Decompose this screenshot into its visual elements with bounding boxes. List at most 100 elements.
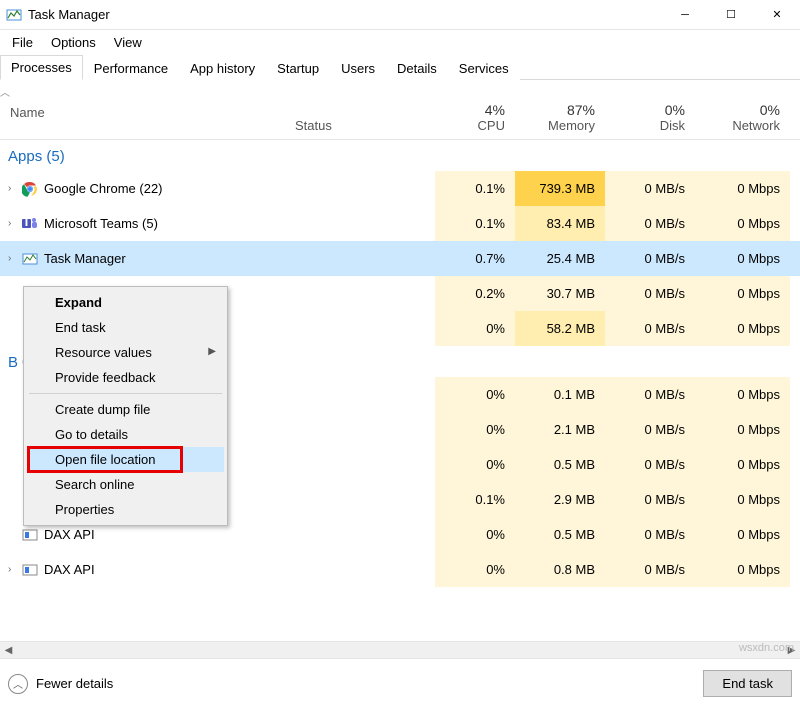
header-memory[interactable]: 87% Memory	[515, 96, 605, 139]
expand-icon[interactable]: ›	[8, 183, 16, 194]
disk-cell: 0 MB/s	[605, 482, 695, 517]
minimize-button[interactable]: ─	[662, 0, 708, 30]
disk-cell: 0 MB/s	[605, 447, 695, 482]
context-menu-end-task[interactable]: End task	[27, 315, 224, 340]
network-cell: 0 Mbps	[695, 311, 790, 346]
process-name-cell: › DAX API	[0, 562, 285, 578]
context-menu-expand[interactable]: Expand	[27, 290, 224, 315]
sort-indicator-icon: ︿	[0, 80, 10, 99]
memory-cell: 83.4 MB	[515, 206, 605, 241]
disk-cell: 0 MB/s	[605, 311, 695, 346]
dax-icon	[22, 562, 38, 578]
titlebar: Task Manager ─ ☐ ✕	[0, 0, 800, 30]
header-name[interactable]: Name	[0, 99, 285, 126]
svg-text:T: T	[23, 216, 31, 229]
process-name: DAX API	[44, 527, 95, 542]
table-row[interactable]: › DAX API 0%0.8 MB0 MB/s0 Mbps	[0, 552, 800, 587]
network-cell: 0 Mbps	[695, 482, 790, 517]
disk-cell: 0 MB/s	[605, 552, 695, 587]
process-name: Microsoft Teams (5)	[44, 216, 158, 231]
menu-view[interactable]: View	[106, 32, 150, 53]
memory-cell: 2.9 MB	[515, 482, 605, 517]
expand-icon[interactable]: ›	[8, 218, 16, 229]
header-status[interactable]: Status	[285, 112, 435, 139]
disk-cell: 0 MB/s	[605, 241, 695, 276]
process-name: Google Chrome (22)	[44, 181, 163, 196]
column-headers: ︿ Name Status 4% CPU 87% Memory 0% Disk …	[0, 80, 800, 140]
watermark: wsxdn.com	[739, 642, 794, 654]
close-button[interactable]: ✕	[754, 0, 800, 30]
process-name: Task Manager	[44, 251, 126, 266]
disk-percent: 0%	[615, 102, 685, 118]
cpu-cell: 0.1%	[435, 206, 515, 241]
process-name-cell: › Task Manager	[0, 251, 285, 267]
tm-icon	[22, 251, 38, 267]
network-cell: 0 Mbps	[695, 241, 790, 276]
teams-icon: T	[22, 216, 38, 232]
context-menu-provide-feedback[interactable]: Provide feedback	[27, 365, 224, 390]
memory-cell: 25.4 MB	[515, 241, 605, 276]
group-apps[interactable]: Apps (5)	[0, 140, 800, 171]
process-name-cell: › T Microsoft Teams (5)	[0, 216, 285, 232]
context-menu-go-to-details[interactable]: Go to details	[27, 422, 224, 447]
context-menu-resource-values[interactable]: Resource values▶	[27, 340, 224, 365]
menu-file[interactable]: File	[4, 32, 41, 53]
context-menu-separator	[29, 393, 222, 394]
context-menu-search-online[interactable]: Search online	[27, 472, 224, 497]
disk-cell: 0 MB/s	[605, 206, 695, 241]
memory-cell: 739.3 MB	[515, 171, 605, 206]
expand-icon[interactable]: ›	[8, 253, 16, 264]
context-menu-create-dump-file[interactable]: Create dump file	[27, 397, 224, 422]
network-cell: 0 Mbps	[695, 276, 790, 311]
expand-icon[interactable]: ›	[8, 564, 16, 575]
disk-cell: 0 MB/s	[605, 412, 695, 447]
memory-cell: 0.8 MB	[515, 552, 605, 587]
end-task-button[interactable]: End task	[703, 670, 792, 697]
disk-cell: 0 MB/s	[605, 276, 695, 311]
tab-users[interactable]: Users	[330, 56, 386, 80]
memory-percent: 87%	[525, 102, 595, 118]
table-row[interactable]: ›Google Chrome (22)0.1%739.3 MB0 MB/s0 M…	[0, 171, 800, 206]
context-menu: ExpandEnd taskResource values▶Provide fe…	[23, 286, 228, 526]
table-row[interactable]: ›TMicrosoft Teams (5)0.1%83.4 MB0 MB/s0 …	[0, 206, 800, 241]
app-icon	[6, 7, 22, 23]
network-cell: 0 Mbps	[695, 447, 790, 482]
memory-cell: 0.5 MB	[515, 447, 605, 482]
tab-services[interactable]: Services	[448, 56, 520, 80]
menu-options[interactable]: Options	[43, 32, 104, 53]
header-disk[interactable]: 0% Disk	[605, 96, 695, 139]
network-cell: 0 Mbps	[695, 412, 790, 447]
footer: ︿ Fewer details End task	[0, 658, 800, 708]
disk-cell: 0 MB/s	[605, 377, 695, 412]
tab-details[interactable]: Details	[386, 56, 448, 80]
tab-bar: Processes Performance App history Startu…	[0, 54, 800, 80]
scroll-left-icon[interactable]: ◀	[0, 645, 17, 656]
disk-cell: 0 MB/s	[605, 171, 695, 206]
memory-cell: 0.5 MB	[515, 517, 605, 552]
cpu-cell: 0%	[435, 517, 515, 552]
cpu-cell: 0.2%	[435, 276, 515, 311]
horizontal-scrollbar[interactable]: ◀ ▶	[0, 641, 800, 658]
tab-app-history[interactable]: App history	[179, 56, 266, 80]
header-cpu[interactable]: 4% CPU	[435, 96, 515, 139]
tab-processes[interactable]: Processes	[0, 55, 83, 80]
maximize-button[interactable]: ☐	[708, 0, 754, 30]
context-menu-properties[interactable]: Properties	[27, 497, 224, 522]
chrome-icon	[22, 181, 38, 197]
context-menu-open-file-location[interactable]: Open file location	[27, 447, 224, 472]
table-row[interactable]: ›Task Manager0.7%25.4 MB0 MB/s0 Mbps	[0, 241, 800, 276]
chevron-up-icon: ︿	[8, 674, 28, 694]
process-name: DAX API	[44, 562, 95, 577]
cpu-cell: 0.1%	[435, 482, 515, 517]
network-cell: 0 Mbps	[695, 171, 790, 206]
network-percent: 0%	[705, 102, 780, 118]
cpu-cell: 0%	[435, 552, 515, 587]
header-network[interactable]: 0% Network	[695, 96, 790, 139]
fewer-details-button[interactable]: ︿ Fewer details	[8, 674, 113, 694]
process-name-cell: DAX API	[0, 527, 285, 543]
dax-icon	[22, 527, 38, 543]
tab-performance[interactable]: Performance	[83, 56, 179, 80]
submenu-indicator-icon: ▶	[208, 346, 216, 357]
tab-startup[interactable]: Startup	[266, 56, 330, 80]
network-cell: 0 Mbps	[695, 552, 790, 587]
